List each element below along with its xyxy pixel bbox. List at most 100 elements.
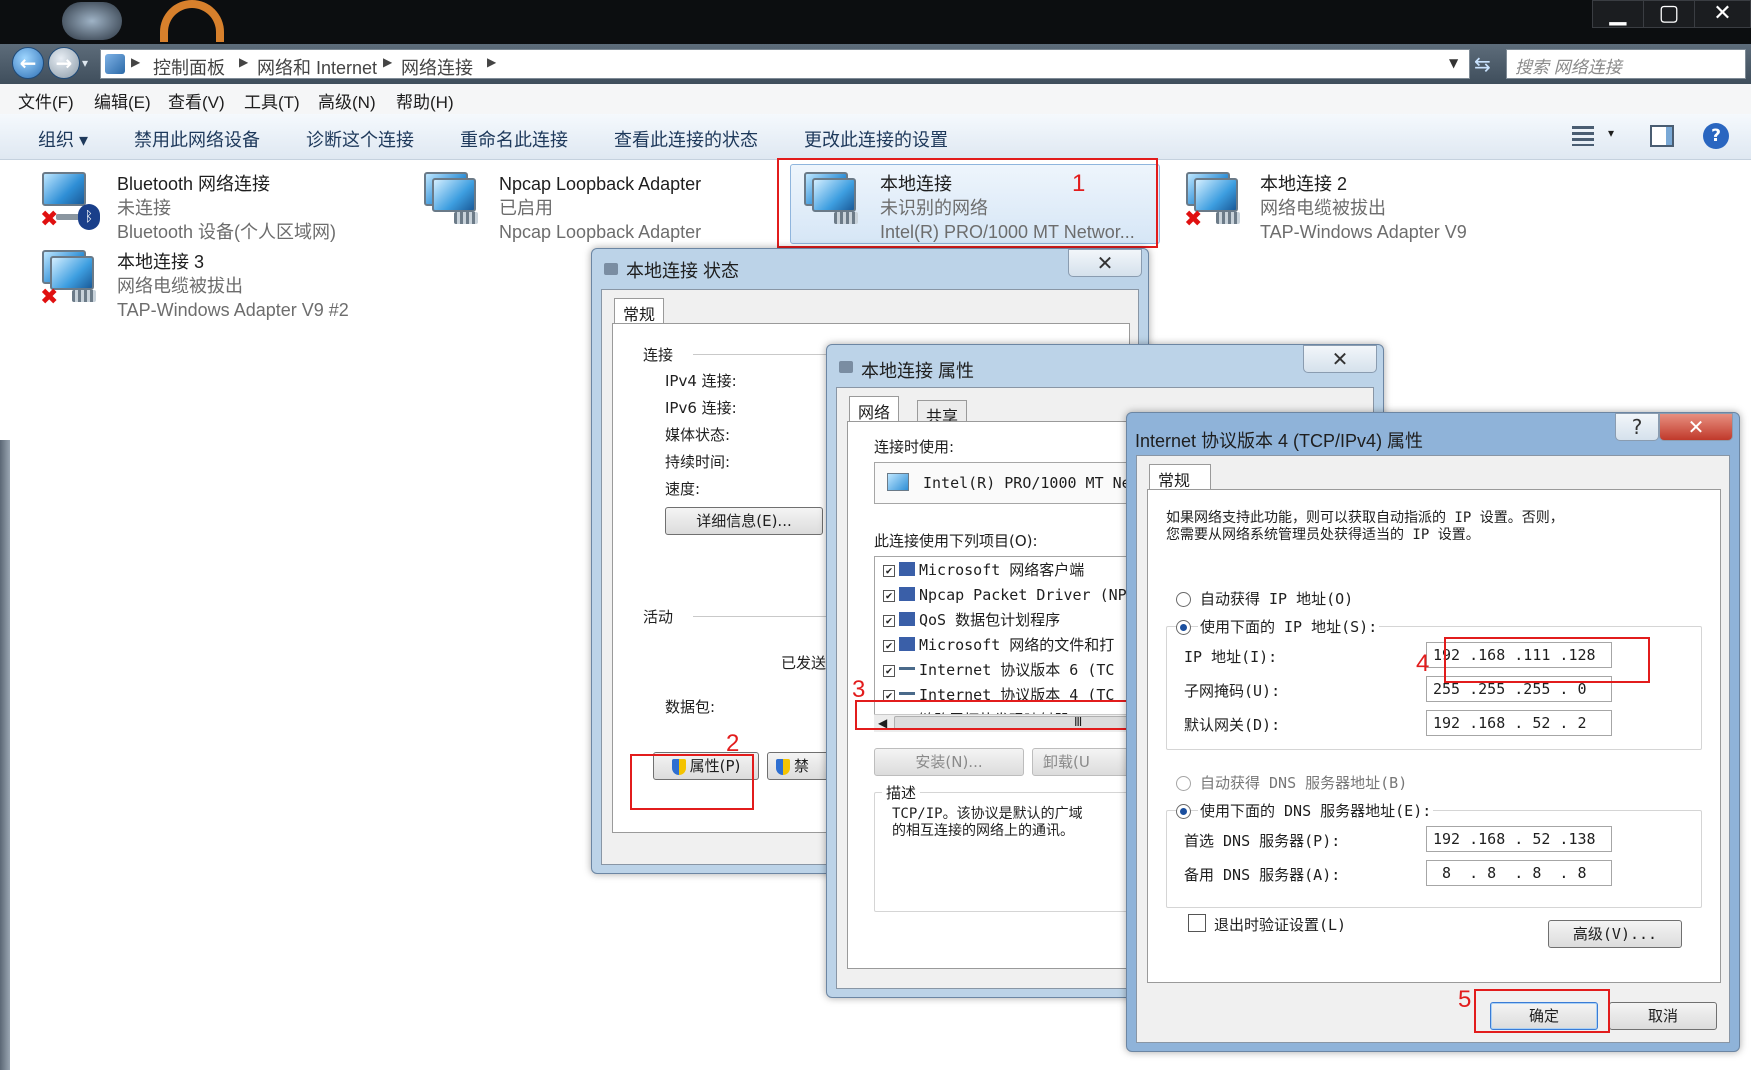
gateway-field[interactable]: 192 .168 . 52 . 2 — [1426, 710, 1612, 736]
breadcrumb-chevron-icon: ▶ — [131, 55, 141, 69]
auto-dns-radio[interactable] — [1176, 776, 1191, 791]
maximize-button[interactable]: ▢ — [1643, 0, 1695, 28]
breadcrumb-network-internet[interactable]: 网络和 Internet — [257, 54, 377, 80]
address-dropdown-icon[interactable]: ▼ — [1449, 56, 1458, 70]
breadcrumb-control-panel[interactable]: 控制面板 — [153, 54, 225, 80]
rename-button[interactable]: 重命名此连接 — [460, 126, 568, 152]
network-disconnected-icon[interactable]: ✖ — [36, 248, 98, 309]
network-small-icon — [604, 263, 618, 275]
manual-dns-radio[interactable] — [1176, 804, 1191, 819]
connection-device: TAP-Windows Adapter V9 — [1260, 222, 1467, 242]
search-input[interactable]: 搜索 网络连接 — [1506, 49, 1746, 79]
view-status-button[interactable]: 查看此连接的状态 — [614, 126, 758, 152]
auto-ip-radio[interactable] — [1176, 592, 1191, 607]
change-settings-button[interactable]: 更改此连接的设置 — [804, 126, 948, 152]
manual-dns-label[interactable]: 使用下面的 DNS 服务器地址(E): — [1198, 800, 1434, 821]
connection-name[interactable]: Npcap Loopback Adapter — [499, 172, 701, 196]
uac-shield-icon — [776, 758, 790, 775]
list-item[interactable]: Microsoft 网络的文件和打 — [919, 633, 1114, 657]
file-sharing-icon — [899, 637, 915, 651]
manual-ip-label[interactable]: 使用下面的 IP 地址(S): — [1198, 616, 1380, 637]
preferred-dns-field[interactable]: 192 .168 . 52 .138 — [1426, 826, 1612, 852]
menu-bar: 文件(F) 编辑(E) 查看(V) 工具(T) 高级(N) 帮助(H) — [0, 84, 1751, 114]
refresh-icon[interactable]: ⇆ — [1474, 52, 1500, 78]
list-item[interactable]: Microsoft 网络客户端 — [919, 558, 1084, 582]
breadcrumb-network-connections[interactable]: 网络连接 — [401, 54, 473, 80]
cancel-button[interactable]: 取消 — [1609, 1002, 1717, 1030]
list-item[interactable]: Internet 协议版本 6 (TC — [919, 658, 1114, 682]
menu-edit[interactable]: 编辑(E) — [94, 88, 151, 113]
recent-pages-dropdown-icon[interactable]: ▾ — [82, 56, 88, 70]
preferred-dns-label: 首选 DNS 服务器(P): — [1184, 832, 1341, 850]
close-button[interactable]: ✕ — [1694, 0, 1751, 28]
item-checkbox[interactable]: ✔ — [883, 615, 895, 627]
items-label: 此连接使用下列项目(O): — [874, 532, 1038, 550]
help-icon[interactable]: ? — [1703, 123, 1729, 149]
item-checkbox[interactable]: ✔ — [883, 565, 895, 577]
view-dropdown-icon[interactable]: ▾ — [1608, 126, 1614, 140]
tab-general[interactable]: 常规 — [614, 298, 665, 324]
menu-tools[interactable]: 工具(T) — [244, 88, 300, 113]
disable-device-button[interactable]: 禁用此网络设备 — [134, 126, 260, 152]
connection-status: 已启用 — [499, 198, 553, 218]
connection-device: Bluetooth 设备(个人区域网) — [117, 222, 337, 242]
qos-icon — [899, 612, 915, 626]
back-button[interactable]: ← — [12, 47, 44, 79]
address-box[interactable]: ▶ 控制面板 ▶ 网络和 Internet ▶ 网络连接 ▶ ▼ — [100, 49, 1470, 79]
details-button[interactable]: 详细信息(E)... — [665, 507, 823, 535]
properties-dialog-close-button[interactable]: ✕ — [1303, 345, 1377, 373]
item-checkbox[interactable]: ✔ — [883, 590, 895, 602]
view-options-icon[interactable] — [1572, 126, 1594, 146]
intro-text: 如果网络支持此功能，则可以获取自动指派的 IP 设置。否则， 您需要从网络系统管… — [1166, 510, 1564, 543]
annotation-number-4: 4 — [1416, 650, 1430, 677]
status-dialog-title: 本地连接 状态 — [626, 261, 740, 281]
alternate-dns-field[interactable]: 8 . 8 . 8 . 8 — [1426, 860, 1612, 886]
network-disconnected-icon[interactable]: ✖ — [1180, 170, 1242, 231]
connection-name[interactable]: 本地连接 2 — [1260, 172, 1347, 196]
connection-name[interactable]: 本地连接 3 — [117, 250, 204, 274]
ipv4-close-button[interactable]: ✕ — [1659, 413, 1733, 441]
tab-general[interactable]: 常规 — [1149, 464, 1211, 490]
adapter-name: Intel(R) PRO/1000 MT Net — [923, 474, 1140, 492]
auto-dns-label[interactable]: 自动获得 DNS 服务器地址(B) — [1200, 772, 1407, 793]
ip-address-label: IP 地址(I): — [1184, 648, 1278, 666]
client-icon — [899, 562, 915, 576]
packets-label: 数据包: — [665, 698, 716, 716]
auto-ip-label[interactable]: 自动获得 IP 地址(O) — [1200, 588, 1353, 609]
forward-button[interactable]: → — [48, 47, 80, 79]
dns-group — [1166, 810, 1702, 908]
menu-help[interactable]: 帮助(H) — [396, 88, 454, 113]
install-button[interactable]: 安装(N)... — [874, 748, 1024, 776]
manual-ip-radio[interactable] — [1176, 620, 1191, 635]
tab-sharing[interactable]: 共享 — [917, 400, 968, 426]
diagnose-button[interactable]: 诊断这个连接 — [306, 126, 414, 152]
ipv4-dialog-body: 常规 如果网络支持此功能，则可以获取自动指派的 IP 设置。否则， 您需要从网络… — [1136, 455, 1730, 1043]
preview-pane-icon[interactable] — [1650, 125, 1674, 147]
menu-file[interactable]: 文件(F) — [18, 88, 74, 113]
annotation-box-3 — [855, 700, 1138, 730]
validate-checkbox[interactable] — [1188, 914, 1206, 932]
organize-button[interactable]: 组织 ▾ — [38, 126, 88, 152]
status-dialog-close-button[interactable]: ✕ — [1068, 249, 1142, 277]
menu-view[interactable]: 查看(V) — [168, 88, 225, 113]
help-button[interactable]: ? — [1615, 413, 1659, 441]
tab-network[interactable]: 网络 — [849, 396, 900, 422]
item-checkbox[interactable]: ✔ — [883, 665, 895, 677]
list-item[interactable]: Npcap Packet Driver (NP — [919, 583, 1127, 607]
network-adapter-icon[interactable] — [418, 170, 480, 230]
list-item[interactable]: QoS 数据包计划程序 — [919, 608, 1060, 632]
annotation-number-2: 2 — [726, 730, 740, 757]
description-text: TCP/IP。该协议是默认的广域 的相互连接的网络上的通讯。 — [892, 806, 1083, 839]
speed-label: 速度: — [665, 480, 701, 498]
minimize-button[interactable]: ▁ — [1592, 0, 1644, 28]
annotation-box-1 — [777, 158, 1158, 248]
left-window-edge — [0, 440, 10, 1070]
annotation-box-4 — [1444, 637, 1650, 683]
connection-name[interactable]: Bluetooth 网络连接 — [117, 172, 270, 196]
menu-advanced[interactable]: 高级(N) — [318, 88, 376, 113]
bluetooth-network-icon[interactable]: ✖ ᛒ — [36, 170, 100, 231]
connection-status: 网络电缆被拔出 — [117, 276, 243, 296]
item-checkbox[interactable]: ✔ — [883, 640, 895, 652]
advanced-button[interactable]: 高级(V)... — [1548, 920, 1682, 948]
validate-label[interactable]: 退出时验证设置(L) — [1214, 914, 1346, 935]
